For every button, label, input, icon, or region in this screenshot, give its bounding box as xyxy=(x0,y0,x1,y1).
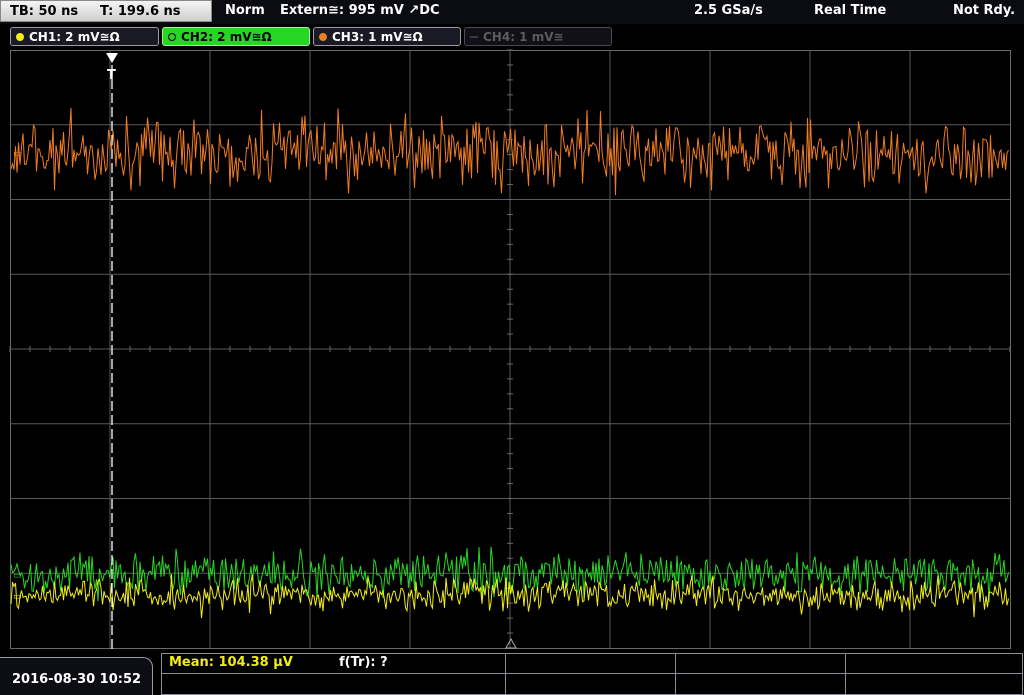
channel-ch1-label: CH1: 2 mV≅Ω xyxy=(29,29,120,44)
timebase-label: TB: 50 ns xyxy=(10,4,79,19)
channel-ch3-chip[interactable]: CH3: 1 mV≅Ω xyxy=(313,27,461,46)
ch1-color-dot-icon xyxy=(16,32,24,41)
channel-ch4-chip[interactable]: CH4: 1 mV≅ xyxy=(464,27,612,46)
trigger-marker-label: T xyxy=(107,68,116,83)
measure-cell xyxy=(505,653,676,674)
channel-ch2-label: CH2: 2 mV≅Ω xyxy=(181,29,272,44)
channel-ch1-chip[interactable]: CH1: 2 mV≅Ω xyxy=(10,27,159,46)
measurement-panel[interactable]: Mean: 104.38 µV f(Tr): ? xyxy=(161,653,1023,695)
measure-cell xyxy=(675,653,846,674)
trigger-source[interactable]: Extern≅: 995 mV ↗DC xyxy=(280,3,440,18)
waveform-display[interactable]: T ▭ ▭ ▭ xyxy=(0,47,1024,653)
channel-ch2-chip[interactable]: CH2: 2 mV≅Ω xyxy=(162,27,310,46)
bottom-bar: 2016-08-30 10:52 Mean: 104.38 µV f(Tr): … xyxy=(0,653,1024,695)
trigger-mode[interactable]: Norm xyxy=(225,3,265,18)
acquisition-status: Not Rdy. xyxy=(953,3,1016,18)
top-status-bar: TB: 50 ns T: 199.6 ns Norm Extern≅: 995 … xyxy=(0,0,1024,24)
ch3-color-dot-icon xyxy=(319,32,327,41)
ch2-ground-marker-icon: ▭ xyxy=(13,571,22,581)
date-time: 2016-08-30 10:52 xyxy=(12,672,142,687)
channel-ch3-label: CH3: 1 mV≅Ω xyxy=(332,29,423,44)
acquisition-mode[interactable]: Real Time xyxy=(814,3,886,18)
measure-cell xyxy=(675,673,846,695)
measure-cell xyxy=(845,673,1023,695)
measure-mean: Mean: 104.38 µV xyxy=(169,655,293,670)
channel-ch4-label: CH4: 1 mV≅ xyxy=(483,29,564,44)
sample-rate: 2.5 GSa/s xyxy=(694,3,763,18)
measure-trigger-frequency: f(Tr): ? xyxy=(339,655,388,670)
date-box: 2016-08-30 10:52 xyxy=(0,657,153,695)
measure-cell xyxy=(161,673,506,695)
ch3-ground-marker-icon: ▭ xyxy=(13,149,22,159)
ch4-off-icon xyxy=(470,35,478,38)
ch2-color-dot-icon xyxy=(168,32,176,41)
channel-bar: CH1: 2 mV≅Ω CH2: 2 mV≅Ω CH3: 1 mV≅Ω CH4:… xyxy=(0,25,1024,47)
measure-cell xyxy=(845,653,1023,674)
trigger-time-label: T: 199.6 ns xyxy=(100,4,181,19)
measure-cell xyxy=(505,673,676,695)
timebase-box[interactable]: TB: 50 ns T: 199.6 ns xyxy=(0,0,212,22)
ch1-ground-marker-icon: ▭ xyxy=(13,592,22,602)
